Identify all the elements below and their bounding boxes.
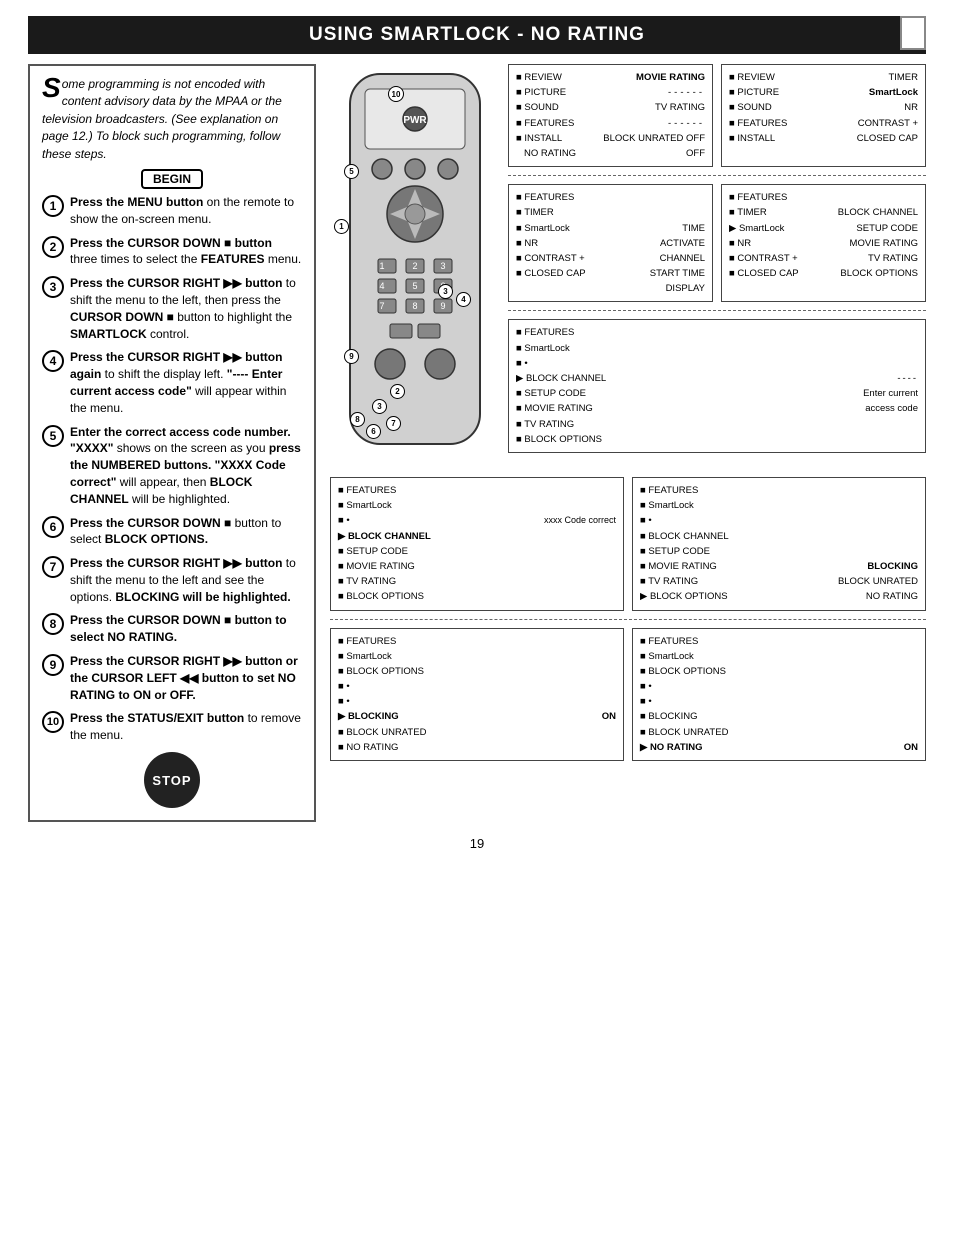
svg-text:9: 9 [440, 301, 445, 311]
header-title: USING SMARTLOCK - NO RATING [309, 24, 645, 45]
step-7-text: Press the CURSOR RIGHT ▶▶ button to shif… [70, 555, 302, 605]
intro-text: ome programming is not encoded with cont… [42, 77, 282, 161]
left-column: S ome programming is not encoded with co… [28, 64, 316, 822]
menu-box-8: ■ FEATURES ■ SmartLock ■ BLOCK OPTIONS ■… [330, 628, 624, 762]
step-1-num: 1 [42, 195, 64, 217]
step-5-text: Enter the correct access code number. "X… [70, 424, 302, 508]
step-label-5: 5 [344, 164, 359, 179]
step-1-text: Press the MENU button on the remote to s… [70, 194, 302, 228]
menu-box-9: ■ FEATURES ■ SmartLock ■ BLOCK OPTIONS ■… [632, 628, 926, 762]
menu-box-5: ■ FEATURES ■ SmartLock ■ • ▶ BLOCK CHANN… [508, 319, 926, 453]
step-4-num: 4 [42, 350, 64, 372]
step-8-num: 8 [42, 613, 64, 635]
begin-badge: BEGIN [141, 169, 203, 189]
step-4-text: Press the CURSOR RIGHT ▶▶ button again t… [70, 349, 302, 416]
step-7-num: 7 [42, 556, 64, 578]
step-label-4: 4 [456, 292, 471, 307]
step-1: 1 Press the MENU button on the remote to… [42, 194, 302, 228]
step-3: 3 Press the CURSOR RIGHT ▶▶ button to sh… [42, 275, 302, 342]
steps-list: 1 Press the MENU button on the remote to… [42, 194, 302, 744]
step-2-num: 2 [42, 236, 64, 258]
step-3-text: Press the CURSOR RIGHT ▶▶ button to shif… [70, 275, 302, 342]
intro-paragraph: S ome programming is not encoded with co… [42, 76, 302, 163]
svg-text:5: 5 [412, 281, 417, 291]
stop-badge: STOP [144, 752, 200, 808]
step-4: 4 Press the CURSOR RIGHT ▶▶ button again… [42, 349, 302, 416]
step-6: 6 Press the CURSOR DOWN ■ button to sele… [42, 515, 302, 549]
step-label-3b: 3 [372, 399, 387, 414]
step-5: 5 Enter the correct access code number. … [42, 424, 302, 508]
step-10: 10 Press the STATUS/EXIT but­ton to remo… [42, 710, 302, 744]
page-wrapper: USING SMARTLOCK - NO RATING S ome progra… [0, 16, 954, 861]
menu-box-6: ■ FEATURES ■ SmartLock ■ •xxxx Code corr… [330, 477, 624, 611]
svg-text:PWR: PWR [403, 115, 427, 126]
menu-box-2: ■ REVIEWTIMER ■ PICTURESmartLock ■ SOUND… [721, 64, 926, 167]
step-label-7: 7 [386, 416, 401, 431]
step-3-num: 3 [42, 276, 64, 298]
svg-text:3: 3 [440, 261, 445, 271]
step-7: 7 Press the CURSOR RIGHT ▶▶ button to sh… [42, 555, 302, 605]
page-number: 19 [0, 836, 954, 861]
menu-box-4: ■ FEATURES ■ TIMERBLOCK CHANNEL ▶ SmartL… [721, 184, 926, 302]
step-label-2: 2 [390, 384, 405, 399]
page-header: USING SMARTLOCK - NO RATING [28, 16, 926, 54]
step-9-text: Press the CURSOR RIGHT ▶▶ button or the … [70, 653, 302, 703]
step-8: 8 Press the CURSOR DOWN ■ button to sele… [42, 612, 302, 646]
step-label-8: 8 [350, 412, 365, 427]
remote-svg: PWR 1 2 3 4 5 6 7 8 9 [330, 64, 500, 464]
remote-illustration: PWR 1 2 3 4 5 6 7 8 9 10 5 [330, 64, 500, 467]
svg-text:4: 4 [379, 281, 384, 291]
menu-box-3: ■ FEATURES ■ TIMER ■ SmartLockTIME ■ NRA… [508, 184, 713, 302]
step-5-num: 5 [42, 425, 64, 447]
step-9-num: 9 [42, 654, 64, 676]
step-label-1: 1 [334, 219, 349, 234]
step-10-text: Press the STATUS/EXIT but­ton to remove … [70, 710, 302, 744]
step-label-3: 3 [438, 284, 453, 299]
menu-box-1: ■ REVIEWMOVIE RATING ■ PICTURE------ ■ S… [508, 64, 713, 167]
step-6-num: 6 [42, 516, 64, 538]
step-9: 9 Press the CURSOR RIGHT ▶▶ button or th… [42, 653, 302, 703]
step-label-10: 10 [388, 86, 404, 102]
step-2: 2 Press the CURSOR DOWN ■ button three t… [42, 235, 302, 269]
svg-text:7: 7 [379, 301, 384, 311]
step-label-9: 9 [344, 349, 359, 364]
svg-text:2: 2 [412, 261, 417, 271]
right-column: PWR 1 2 3 4 5 6 7 8 9 10 5 [330, 64, 926, 761]
step-8-text: Press the CURSOR DOWN ■ button to select… [70, 612, 302, 646]
menu-box-7: ■ FEATURES ■ SmartLock ■ • ■ BLOCK CHANN… [632, 477, 926, 611]
header-corner-box [900, 16, 926, 50]
svg-text:8: 8 [412, 301, 417, 311]
step-label-6: 6 [366, 424, 381, 439]
step-10-num: 10 [42, 711, 64, 733]
step-6-text: Press the CURSOR DOWN ■ button to select… [70, 515, 302, 549]
svg-text:1: 1 [379, 261, 384, 271]
step-2-text: Press the CURSOR DOWN ■ button three tim… [70, 235, 302, 269]
